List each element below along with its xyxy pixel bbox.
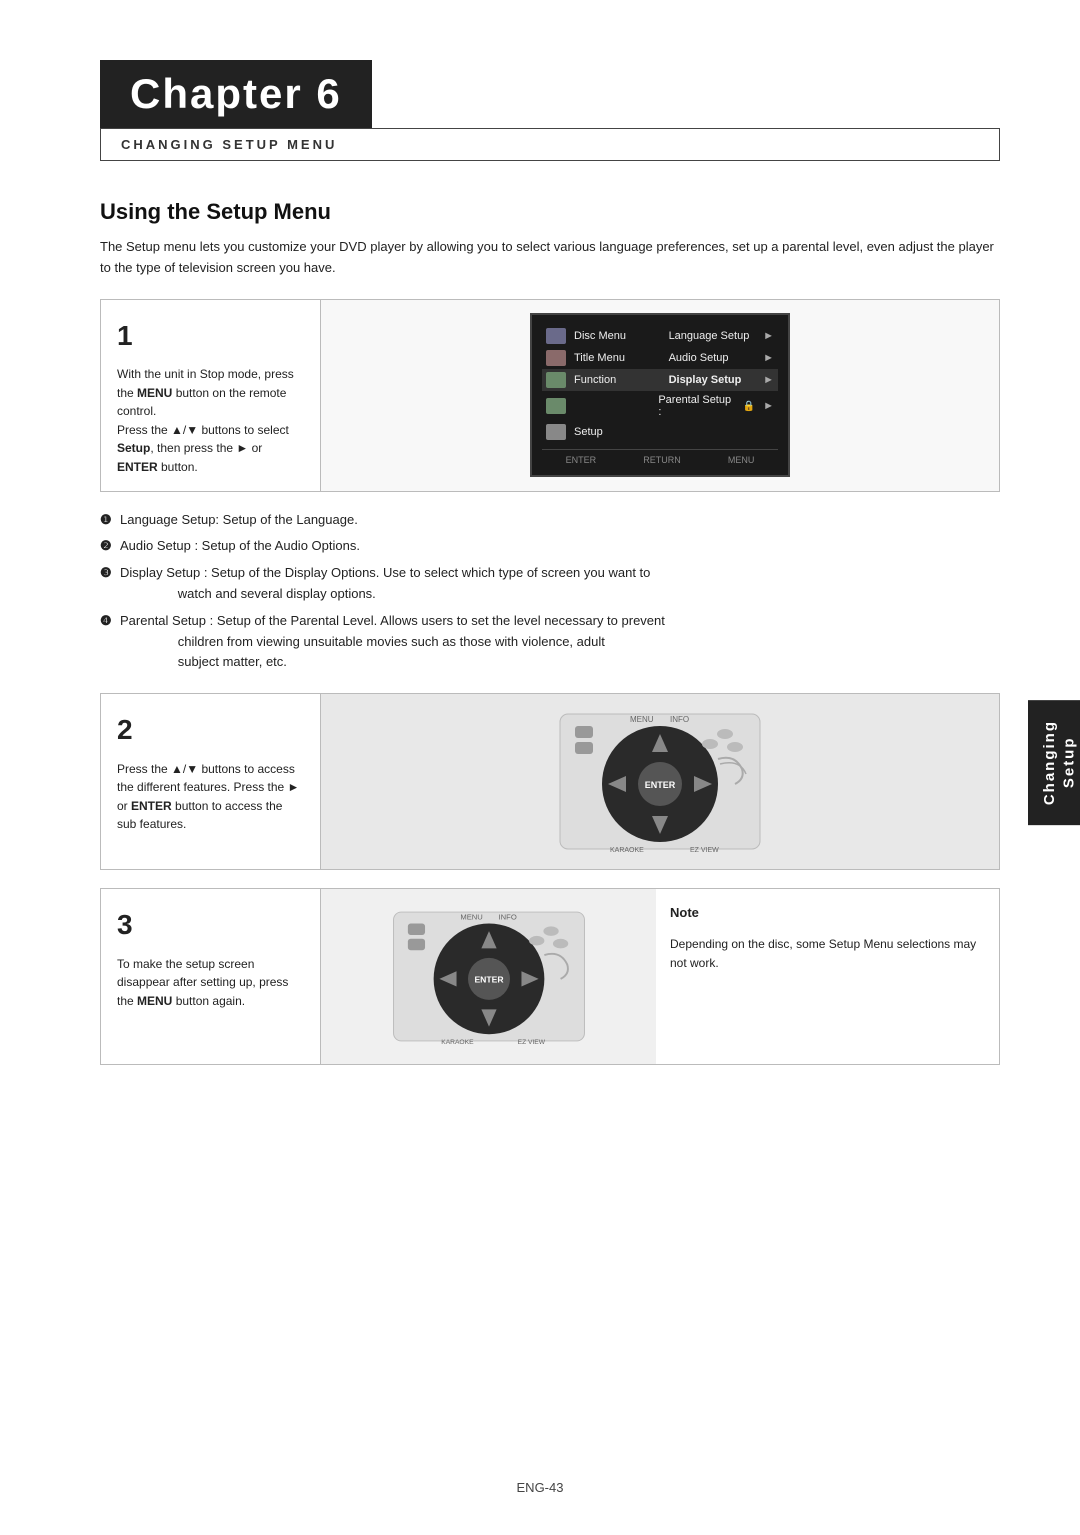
step-3-number: 3 — [117, 903, 304, 946]
step-3-remote: ENTER MENU INFO KARAOKE EZ VIEW — [321, 889, 656, 1064]
svg-text:MENU: MENU — [460, 913, 482, 922]
parental-icon — [546, 398, 566, 414]
tab-line1: ChangingSetupMenu — [1041, 720, 1080, 805]
dvd-menu-row-4: Parental Setup : 🔒 ► — [542, 391, 778, 421]
step-3-left: 3 To make the setup screen disappear aft… — [101, 889, 321, 1064]
dvd-menu-row-1: Disc Menu Language Setup ► — [542, 325, 778, 347]
page: Chapter 6 Changing Setup Menu Using the … — [0, 0, 1080, 1535]
step-1-number: 1 — [117, 314, 304, 357]
bullet-1: ❶ Language Setup: Setup of the Language. — [100, 510, 1000, 531]
dvd-menu-row-5: Setup — [542, 421, 778, 443]
svg-text:INFO: INFO — [498, 913, 516, 922]
enter-label: ENTER — [566, 455, 597, 465]
disc-menu-icon — [546, 328, 566, 344]
note-text: Depending on the disc, some Setup Menu s… — [670, 935, 985, 972]
svg-text:KARAOKE: KARAOKE — [610, 847, 644, 854]
menu-label: MENU — [728, 455, 755, 465]
step-2-right: ENTER MENU INFO KARAOKE EZ VIEW — [321, 694, 999, 869]
function-icon — [546, 372, 566, 388]
step-3-text: To make the setup screen disappear after… — [117, 957, 288, 1008]
svg-text:EZ VIEW: EZ VIEW — [690, 847, 719, 854]
bullet-list: ❶ Language Setup: Setup of the Language.… — [100, 510, 1000, 674]
svg-text:ENTER: ENTER — [645, 780, 676, 790]
step-2-text: Press the ▲/▼ buttons to access the diff… — [117, 762, 299, 832]
step-2-container: 2 Press the ▲/▼ buttons to access the di… — [100, 693, 1000, 870]
step-1-text: With the unit in Stop mode, press the ME… — [117, 367, 294, 474]
page-number: ENG-43 — [517, 1480, 564, 1495]
bullet-4: ❹ Parental Setup : Setup of the Parental… — [100, 611, 1000, 673]
chapter-title: Chapter 6 — [100, 60, 372, 128]
chapter-header: Chapter 6 Changing Setup Menu — [100, 60, 1000, 161]
svg-text:EZ VIEW: EZ VIEW — [517, 1039, 545, 1046]
step-3-container: 3 To make the setup screen disappear aft… — [100, 888, 1000, 1065]
step-1-container: 1 With the unit in Stop mode, press the … — [100, 299, 1000, 492]
intro-paragraph: The Setup menu lets you customize your D… — [100, 237, 1000, 279]
step-3-right: ENTER MENU INFO KARAOKE EZ VIEW — [321, 889, 999, 1064]
note-title: Note — [670, 903, 985, 923]
svg-text:MENU: MENU — [630, 715, 654, 724]
svg-text:INFO: INFO — [670, 715, 689, 724]
bullet-2: ❷ Audio Setup : Setup of the Audio Optio… — [100, 536, 1000, 557]
title-menu-icon — [546, 350, 566, 366]
step-2-number: 2 — [117, 708, 304, 751]
svg-text:KARAOKE: KARAOKE — [441, 1039, 474, 1046]
step-1-left: 1 With the unit in Stop mode, press the … — [101, 300, 321, 491]
section-title: Using the Setup Menu — [100, 199, 1000, 225]
svg-text:ENTER: ENTER — [474, 975, 504, 985]
step-2-left: 2 Press the ▲/▼ buttons to access the di… — [101, 694, 321, 869]
chapter-subtitle: Changing Setup Menu — [100, 128, 1000, 161]
step-3-note: Note Depending on the disc, some Setup M… — [656, 889, 999, 1064]
dvd-menu-row-3: Function Display Setup ► — [542, 369, 778, 391]
dvd-menu-bottom: ENTER RETURN MENU — [542, 449, 778, 465]
remote-control-2: ENTER MENU INFO KARAOKE EZ VIEW — [550, 704, 770, 859]
dvd-menu-row-2: Title Menu Audio Setup ► — [542, 347, 778, 369]
step-1-right: Disc Menu Language Setup ► Title Menu Au… — [321, 300, 999, 491]
dvd-menu-mockup: Disc Menu Language Setup ► Title Menu Au… — [530, 313, 790, 477]
setup-icon — [546, 424, 566, 440]
bullet-3: ❸ Display Setup : Setup of the Display O… — [100, 563, 1000, 605]
return-label: RETURN — [643, 455, 681, 465]
right-sidebar-tab: ChangingSetupMenu — [1028, 700, 1080, 825]
remote-control-3: ENTER MENU INFO KARAOKE EZ VIEW — [384, 899, 594, 1054]
